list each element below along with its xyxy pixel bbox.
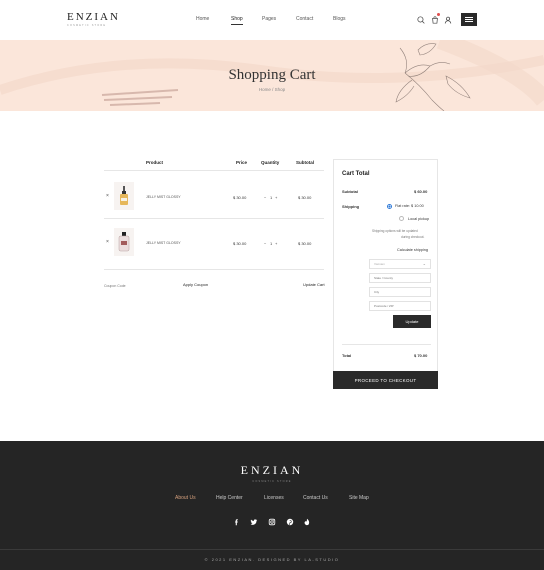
city-input[interactable] <box>369 287 431 297</box>
cart-total-heading: Cart Total <box>342 171 370 177</box>
product-name[interactable]: JELLY MIST GLOSSY <box>146 195 181 199</box>
hamburger-icon <box>465 17 473 18</box>
site-footer: ENZIAN COSMETIC STORE About Us Help Cent… <box>0 441 544 570</box>
column-header-price: Price <box>236 160 248 165</box>
pinterest-icon[interactable] <box>286 518 294 526</box>
column-header-product: Product <box>146 160 164 165</box>
facebook-icon[interactable] <box>233 518 241 526</box>
quantity-increase-button[interactable]: + <box>275 195 277 200</box>
total-label: Total <box>342 353 352 358</box>
cart-count-badge <box>437 13 440 16</box>
copyright-text: © 2021 ENZIAN. DESIGNED BY LA-STUDIO <box>204 557 340 562</box>
cart-icon[interactable] <box>431 16 439 24</box>
update-cart-button[interactable]: Update Cart <box>303 282 325 287</box>
postcode-input[interactable] <box>369 301 431 311</box>
cart-totals-panel: Cart Total Subtotal $ 60.00 Shipping Fla… <box>333 159 438 389</box>
column-header-quantity: Quantity <box>261 160 280 165</box>
total-value: $ 70.00 <box>414 353 428 358</box>
product-thumbnail[interactable] <box>114 182 134 210</box>
instagram-icon[interactable] <box>268 518 276 526</box>
country-select-value: Vietnam <box>374 262 385 266</box>
row-subtotal: $ 30.00 <box>298 241 312 246</box>
footer-logo-tagline: COSMETIC STORE <box>252 480 292 483</box>
account-icon[interactable] <box>444 16 452 24</box>
nav-home[interactable]: Home <box>196 16 209 22</box>
totals-divider <box>342 344 431 345</box>
local-pickup-label[interactable]: Local pickup <box>408 217 429 221</box>
footer-link-about-us[interactable]: About Us <box>175 495 196 501</box>
remove-item-button[interactable]: × <box>106 239 109 245</box>
serum-bottle-image <box>120 186 128 205</box>
menu-toggle-button[interactable] <box>461 13 477 26</box>
quantity-increase-button[interactable]: + <box>275 241 277 246</box>
footer-link-licenses[interactable]: Licenses <box>264 495 284 501</box>
remove-item-button[interactable]: × <box>106 193 109 199</box>
shipping-label: Shipping <box>342 204 360 209</box>
table-divider <box>104 269 324 270</box>
twitter-icon[interactable] <box>250 518 258 526</box>
product-thumbnail[interactable] <box>114 228 134 256</box>
product-price: $ 30.00 <box>233 241 247 246</box>
flat-rate-radio[interactable] <box>387 204 392 209</box>
page-title: Shopping Cart <box>228 67 316 83</box>
state-input[interactable] <box>369 273 431 283</box>
update-shipping-button[interactable]: Update <box>393 315 431 328</box>
flat-rate-label[interactable]: Flat rate: $ 10.00 <box>395 204 424 208</box>
page-banner: Shopping Cart Home / Shop <box>0 40 544 111</box>
nav-shop[interactable]: Shop <box>231 16 243 25</box>
site-logo-tagline: COSMETIC STORE <box>67 24 107 27</box>
chevron-down-icon: ⌄ <box>422 261 426 266</box>
site-logo[interactable]: ENZIAN <box>67 11 120 23</box>
quantity-decrease-button[interactable]: − <box>264 241 266 246</box>
subtotal-label: Subtotal <box>342 189 358 194</box>
proceed-to-checkout-button[interactable]: PROCEED TO CHECKOUT <box>333 371 438 389</box>
dribbble-icon[interactable] <box>303 518 311 526</box>
shipping-note: Shipping options will be updated <box>372 229 418 233</box>
column-header-subtotal: Subtotal <box>296 160 314 165</box>
nav-pages[interactable]: Pages <box>262 16 276 22</box>
quantity-value[interactable]: 1 <box>270 241 272 246</box>
apply-coupon-button[interactable]: Apply Coupon <box>183 282 208 287</box>
product-price: $ 30.00 <box>233 195 247 200</box>
nav-blogs[interactable]: Blogs <box>333 16 346 22</box>
country-select[interactable]: Vietnam ⌄ <box>369 259 431 269</box>
calculate-shipping-link[interactable]: Calculate shipping <box>397 248 428 252</box>
coupon-code-input[interactable] <box>104 282 170 289</box>
site-header: ENZIAN COSMETIC STORE Home Shop Pages Co… <box>0 0 544 40</box>
table-divider <box>104 218 324 219</box>
nav-contact[interactable]: Contact <box>296 16 313 22</box>
footer-link-site-map[interactable]: Site Map <box>349 495 369 501</box>
table-divider <box>104 170 324 171</box>
shipping-note-2: during checkout. <box>401 235 425 239</box>
search-icon[interactable] <box>417 16 425 24</box>
footer-logo[interactable]: ENZIAN <box>0 463 544 478</box>
breadcrumb[interactable]: Home / Shop <box>0 87 544 92</box>
local-pickup-radio[interactable] <box>399 216 404 221</box>
perfume-bottle-image <box>118 232 130 252</box>
quantity-decrease-button[interactable]: − <box>264 195 266 200</box>
footer-link-help-center[interactable]: Help Center <box>216 495 243 501</box>
footer-divider <box>0 549 544 550</box>
row-subtotal: $ 30.00 <box>298 195 312 200</box>
subtotal-value: $ 60.00 <box>414 189 428 194</box>
product-name[interactable]: JELLY MIST GLOSSY <box>146 241 181 245</box>
footer-link-contact-us[interactable]: Contact Us <box>303 495 328 501</box>
quantity-value[interactable]: 1 <box>270 195 272 200</box>
